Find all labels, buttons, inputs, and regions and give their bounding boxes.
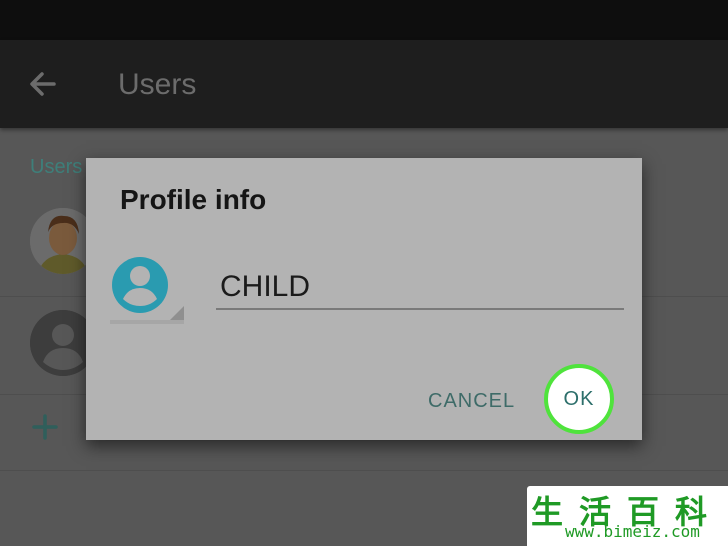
back-button[interactable]	[24, 64, 64, 104]
status-bar	[0, 0, 728, 40]
page-title: Users	[118, 68, 197, 101]
profile-photo-picker[interactable]	[110, 254, 186, 324]
watermark-logo: 生活百科 www.bimeiz.com	[527, 486, 728, 546]
watermark-url: www.bimeiz.com	[565, 522, 700, 541]
profile-info-dialog: Profile info CANCEL OK	[86, 158, 642, 440]
users-section-label: Users	[30, 156, 83, 178]
ok-button[interactable]: OK	[544, 364, 614, 434]
add-user-button[interactable]	[30, 412, 60, 442]
cancel-button[interactable]: CANCEL	[428, 390, 515, 413]
app-bar: Users	[0, 40, 728, 128]
plus-icon	[32, 414, 58, 440]
account-circle-icon	[110, 257, 184, 324]
name-input[interactable]	[216, 266, 624, 310]
arrow-back-icon	[30, 72, 56, 96]
divider	[0, 470, 728, 471]
dialog-title: Profile info	[120, 184, 267, 215]
